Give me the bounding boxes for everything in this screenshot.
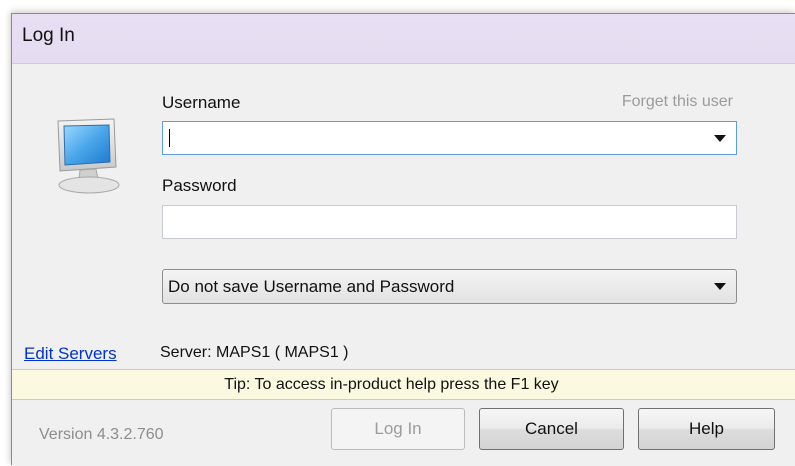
title-bar: Log In <box>12 14 795 64</box>
password-field[interactable] <box>162 205 737 239</box>
cancel-button[interactable]: Cancel <box>479 408 624 450</box>
dialog-title: Log In <box>22 25 75 46</box>
username-label: Username <box>162 93 241 112</box>
save-credentials-value: Do not save Username and Password <box>168 277 455 296</box>
dialog-footer: Version 4.3.2.760 Log In Cancel Help <box>12 400 795 466</box>
username-combobox[interactable] <box>162 121 737 155</box>
login-dialog: Log In Username Forget this user Passwor… <box>11 13 795 466</box>
login-button[interactable]: Log In <box>331 408 465 450</box>
server-info: Server: MAPS1 ( MAPS1 ) <box>160 344 349 361</box>
chevron-down-icon[interactable] <box>714 135 726 142</box>
help-button[interactable]: Help <box>638 408 775 450</box>
login-form: Username Forget this user Password Do no… <box>12 65 795 369</box>
monitor-icon <box>57 118 120 194</box>
edit-servers-link[interactable]: Edit Servers <box>24 344 117 364</box>
forget-user-link[interactable]: Forget this user <box>622 93 733 111</box>
text-cursor <box>169 129 170 147</box>
tip-text: Tip: To access in-product help press the… <box>224 376 559 393</box>
save-credentials-select[interactable]: Do not save Username and Password <box>162 269 737 304</box>
version-label: Version 4.3.2.760 <box>39 426 164 443</box>
tip-bar: Tip: To access in-product help press the… <box>12 369 795 400</box>
chevron-down-icon[interactable] <box>714 283 726 290</box>
password-label: Password <box>162 176 237 195</box>
